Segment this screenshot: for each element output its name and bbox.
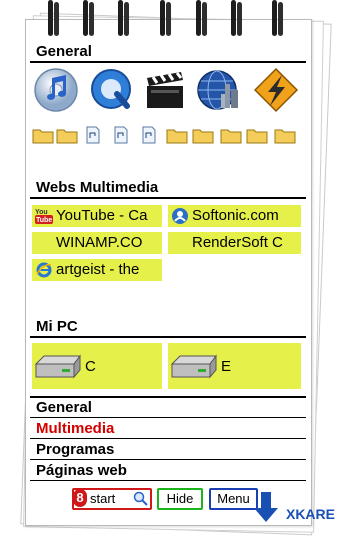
drive-label: C [85,358,96,375]
search-icon [133,491,148,506]
hard-drive-icon [34,354,81,379]
folder-icon[interactable] [192,126,214,144]
menu-item-label: General [36,399,92,416]
menu-item-label: Multimedia [36,420,115,437]
start-button[interactable]: 8 start [72,488,152,510]
ring-icon [272,0,284,40]
start-badge: 8 [73,489,87,507]
menu-button[interactable]: Menu [209,488,258,510]
clapperboard-icon[interactable] [141,66,189,114]
ring-icon [118,0,130,40]
download-arrow-icon [254,492,278,522]
section-general: General [30,43,306,63]
folder-icon[interactable] [56,126,78,144]
link-winamp[interactable]: WINAMP.CO [32,232,162,254]
drive-c[interactable]: C [32,343,162,389]
link-label: WINAMP.CO [56,234,143,251]
link-youtube[interactable]: You Tube YouTube - Ca [32,205,162,227]
audio-file-icon[interactable] [114,126,128,144]
audio-file-icon[interactable] [142,126,156,144]
link-artgeist[interactable]: artgeist - the [32,259,162,281]
winamp-icon[interactable] [252,66,300,114]
section-title: Mi PC [30,318,306,338]
menu-item-programas[interactable]: Programas [30,440,306,460]
youtube-icon: You Tube [35,209,53,224]
folder-icon[interactable] [32,126,54,144]
audio-file-icon[interactable] [86,126,100,144]
folder-icon[interactable] [274,126,296,144]
svg-text:You: You [35,209,48,216]
section-title: General [30,43,306,63]
ring-icon [48,0,60,40]
ring-icon [196,0,208,40]
hard-drive-icon [170,354,217,379]
section-webs-multimedia: Webs Multimedia [30,179,306,199]
link-label: Softonic.com [192,207,279,224]
app-shortcuts [30,66,306,118]
menu-item-paginas-web[interactable]: Páginas web [30,461,306,481]
start-label: start [90,491,116,506]
itunes-icon[interactable] [32,66,80,114]
folder-strip [30,126,306,146]
link-label: artgeist - the [56,261,140,278]
menu-item-general[interactable]: General [30,398,306,418]
menu-item-multimedia[interactable]: Multimedia [30,419,306,439]
drive-e[interactable]: E [168,343,301,389]
hide-button[interactable]: Hide [157,488,203,510]
folder-icon[interactable] [220,126,242,144]
watermark-text: XKARE [285,506,335,522]
link-softonic[interactable]: Softonic.com [168,205,301,227]
ring-icon [160,0,172,40]
folder-icon[interactable] [246,126,268,144]
menu-item-label: Programas [36,441,115,458]
menu-item-label: Páginas web [36,462,127,479]
link-label: RenderSoft C [192,234,283,251]
ring-icon [231,0,243,40]
folder-icon[interactable] [166,126,188,144]
hide-label: Hide [166,491,194,506]
globe-city-icon[interactable] [195,66,243,114]
link-rendersoft[interactable]: RenderSoft C [168,232,301,254]
quicktime-icon[interactable] [87,66,135,114]
menu-label: Menu [217,491,250,506]
ring-icon [83,0,95,40]
drive-label: E [221,358,232,375]
spiral-binding [0,0,340,40]
svg-text:Tube: Tube [36,217,52,224]
link-label: YouTube - Ca [56,207,148,224]
section-mi-pc: Mi PC [30,318,306,338]
softonic-icon [172,208,188,224]
internet-explorer-icon [36,262,52,278]
section-title: Webs Multimedia [30,179,306,199]
